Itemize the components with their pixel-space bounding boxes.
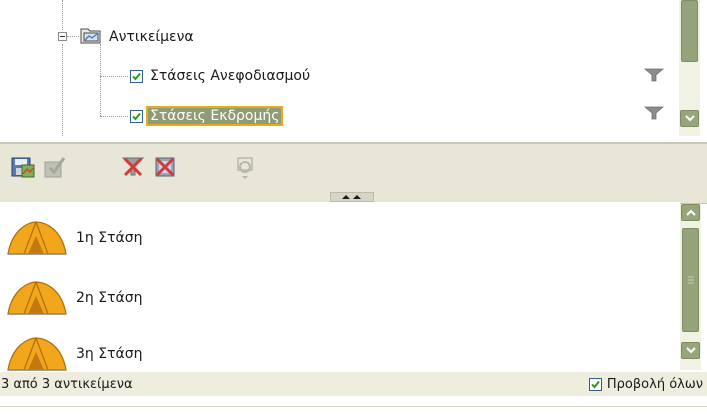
tree-root-label: Αντικείμενα (109, 29, 194, 45)
save-map-button[interactable] (8, 152, 38, 182)
list-item-label: 1η Στάση (76, 230, 143, 246)
panel-splitter-handle[interactable] (330, 192, 374, 202)
tent-icon (7, 221, 67, 255)
edit-checklist-icon (44, 157, 66, 178)
tree-guide-line (100, 44, 101, 116)
list-item[interactable]: 3η Στάση (6, 336, 142, 372)
collapse-arrows-icon (342, 195, 361, 199)
list-item-label: 3η Στάση (76, 346, 143, 362)
chevron-down-icon (684, 115, 695, 122)
tree-guide-line (62, 0, 63, 30)
list-scrollbar[interactable] (680, 204, 701, 370)
tree-item-excursion-stops[interactable]: Στάσεις Εκδρομής (130, 104, 284, 128)
filter-icon[interactable] (644, 106, 664, 120)
scrollbar-thumb[interactable] (681, 0, 698, 62)
filter-icon[interactable] (644, 68, 664, 82)
tree-item-refuel-stops[interactable]: Στάσεις Ανεφοδιασμού (130, 64, 313, 88)
status-bar: 3 από 3 αντικείμενα Προβολή όλων (0, 372, 707, 396)
scroll-down-button[interactable] (681, 342, 700, 359)
clear-filter-button[interactable] (118, 152, 148, 182)
toolbar (0, 142, 707, 204)
scroll-down-button[interactable] (680, 110, 699, 127)
delete-icon (155, 157, 175, 177)
layer-visible-checkbox[interactable] (130, 69, 143, 83)
layer-tree: Αντικείμενα Στάσεις Ανεφοδιασμού Στάσεις… (0, 0, 678, 136)
tree-guide-line (62, 44, 63, 136)
divider (0, 406, 707, 407)
layers-folder-icon (80, 28, 101, 44)
save-map-icon (11, 157, 35, 178)
list-item[interactable]: 2η Στάση (6, 280, 142, 316)
show-all-checkbox[interactable] (588, 377, 602, 391)
list-item[interactable]: 1η Στάση (6, 220, 142, 256)
tree-item-label: Στάσεις Εκδρομής (145, 106, 284, 126)
zoom-to-icon (237, 157, 253, 179)
tree-guide-line (100, 116, 128, 117)
tree-item-label: Στάσεις Ανεφοδιασμού (150, 68, 311, 84)
tree-root-node[interactable]: Αντικείμενα (106, 25, 197, 49)
chevron-down-icon (685, 347, 696, 354)
show-all-label: Προβολή όλων (606, 376, 703, 392)
scrollbar-thumb[interactable] (682, 228, 699, 332)
scroll-up-button[interactable] (681, 204, 700, 221)
tree-guide-line (67, 36, 79, 37)
tree-guide-line (100, 76, 128, 77)
tent-icon (7, 337, 67, 371)
tree-scrollbar[interactable] (679, 0, 700, 136)
list-item-label: 2η Στάση (76, 290, 143, 306)
delete-button[interactable] (150, 152, 180, 182)
show-all-toggle[interactable]: Προβολή όλων (588, 376, 703, 392)
grip-icon (687, 276, 694, 284)
object-count: 3 από 3 αντικείμενα (1, 376, 133, 392)
zoom-to-button[interactable] (230, 152, 260, 182)
tent-icon (7, 281, 67, 315)
object-list: 1η Στάση 2η Στάση 3η Στάση (0, 202, 680, 372)
collapse-toggle[interactable] (58, 32, 67, 41)
chevron-up-icon (685, 209, 696, 216)
edit-button[interactable] (40, 152, 70, 182)
clear-filter-icon (121, 157, 145, 177)
layer-visible-checkbox[interactable] (130, 109, 143, 123)
